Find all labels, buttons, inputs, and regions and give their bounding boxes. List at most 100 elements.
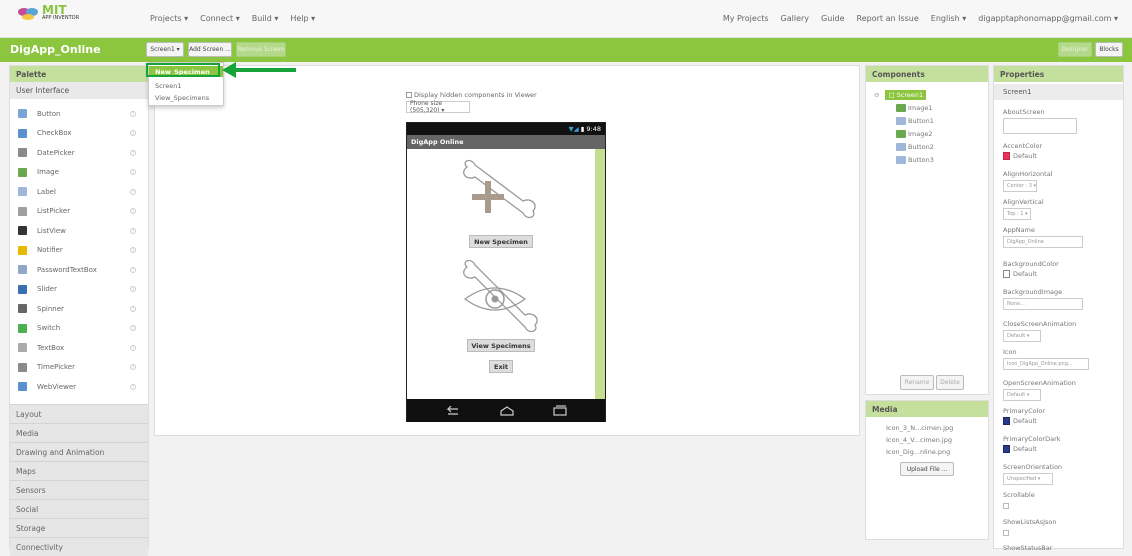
view-specimens-image[interactable] [455, 257, 545, 337]
palette-category-drawing-and-animation[interactable]: Drawing and Animation [10, 442, 148, 461]
palette-item-webviewer[interactable]: WebViewer? [10, 377, 148, 396]
help-icon[interactable]: ? [130, 325, 136, 331]
help-menu[interactable]: Help ▾ [290, 14, 315, 23]
primary-color-swatch [1003, 417, 1010, 425]
help-icon[interactable]: ? [130, 286, 136, 292]
help-icon[interactable]: ? [130, 344, 136, 351]
collapse-icon[interactable]: ⊖ [874, 91, 879, 99]
background-color-picker[interactable]: Default [1003, 270, 1037, 278]
home-icon[interactable] [500, 406, 514, 416]
primary-color-picker[interactable]: Default [1003, 417, 1037, 425]
remove-screen-button[interactable]: Remove Screen [236, 42, 286, 57]
palette-item-passwordtextbox[interactable]: PasswordTextBox? [10, 260, 148, 279]
account-menu[interactable]: digapptaphonomapp@gmail.com ▾ [978, 14, 1118, 23]
palette-panel: Palette User Interface Button? CheckBox? D… [9, 65, 149, 556]
palette-item-slider[interactable]: Slider? [10, 280, 148, 299]
about-screen-input[interactable] [1003, 118, 1077, 134]
scrollable-checkbox[interactable] [1003, 503, 1009, 509]
tree-item-image2[interactable]: Image2 [896, 130, 933, 138]
palette-item-switch[interactable]: Switch? [10, 319, 148, 338]
upload-file-button[interactable]: Upload File ... [900, 462, 954, 476]
show-lists-checkbox[interactable] [1003, 530, 1009, 536]
open-animation-select[interactable]: Default ▾ [1003, 389, 1041, 401]
palette-item-label[interactable]: Label? [10, 182, 148, 201]
gallery-link[interactable]: Gallery [781, 14, 810, 23]
icon-input[interactable]: Icon_DigApp_Online.png... [1003, 358, 1089, 370]
report-issue-link[interactable]: Report an Issue [857, 14, 919, 23]
palette-category-storage[interactable]: Storage [10, 518, 148, 537]
palette-item-listpicker[interactable]: ListPicker? [10, 202, 148, 221]
orientation-select[interactable]: Unspecified ▾ [1003, 473, 1053, 485]
menu-item-view-specimens[interactable]: View_Specimens [149, 92, 223, 103]
help-icon[interactable]: ? [130, 247, 136, 253]
new-specimen-image[interactable] [455, 159, 543, 219]
primary-dark-picker[interactable]: Default [1003, 445, 1037, 453]
help-icon[interactable]: ? [130, 208, 136, 214]
designer-button[interactable]: Designer [1058, 42, 1092, 57]
palette-category-media[interactable]: Media [10, 423, 148, 442]
tree-item-button1[interactable]: Button1 [896, 117, 934, 125]
media-file-2[interactable]: Icon_4_V...cimen.jpg [886, 436, 952, 444]
my-projects-link[interactable]: My Projects [723, 14, 769, 23]
palette-category-layout[interactable]: Layout [10, 404, 148, 423]
media-file-3[interactable]: Icon_Dig...nline.png [886, 448, 950, 456]
menu-item-screen1[interactable]: Screen1 [149, 80, 223, 91]
build-menu[interactable]: Build ▾ [252, 14, 279, 23]
accent-color-picker[interactable]: Default [1003, 152, 1037, 160]
app-inventor-logo[interactable]: MIT APP INVENTOR [16, 4, 79, 22]
help-icon[interactable]: ? [130, 169, 136, 175]
help-icon[interactable]: ? [130, 149, 136, 156]
align-vertical-select[interactable]: Top : 1 ▾ [1003, 208, 1031, 220]
tree-root-screen1[interactable]: ⊖ □ Screen1 [874, 90, 927, 100]
help-icon[interactable]: ? [130, 227, 136, 234]
help-icon[interactable]: ? [130, 266, 136, 273]
phone-scrollbar[interactable] [595, 149, 605, 399]
exit-button[interactable]: Exit [489, 360, 513, 373]
palette-item-image[interactable]: Image? [10, 163, 148, 182]
delete-button[interactable]: Delete [936, 375, 964, 390]
app-name-input[interactable]: DigApp_Online [1003, 236, 1083, 248]
screen-select[interactable]: Screen1 ▾ [146, 42, 184, 57]
palette-category-social[interactable]: Social [10, 499, 148, 518]
display-hidden-checkbox[interactable]: Display hidden components in Viewer [406, 91, 537, 99]
rename-button[interactable]: Rename [900, 375, 934, 390]
phone-preview: ▼◢ ▮ 9:48 DigApp Online New Specimen Vie… [406, 122, 606, 422]
add-screen-button[interactable]: Add Screen ... [188, 42, 232, 57]
palette-item-button[interactable]: Button? [10, 104, 148, 123]
help-icon[interactable]: ? [130, 188, 136, 195]
palette-category-connectivity[interactable]: Connectivity [10, 537, 148, 556]
help-icon[interactable]: ? [130, 110, 136, 117]
palette-category-maps[interactable]: Maps [10, 461, 148, 480]
help-icon[interactable]: ? [130, 305, 136, 312]
user-interface-category[interactable]: User Interface [10, 82, 148, 99]
palette-item-notifier[interactable]: Notifier? [10, 241, 148, 260]
align-horizontal-select[interactable]: Center : 3 ▾ [1003, 180, 1037, 192]
language-menu[interactable]: English ▾ [931, 14, 966, 23]
back-icon[interactable] [445, 406, 459, 416]
palette-item-checkbox[interactable]: CheckBox? [10, 124, 148, 143]
tree-item-button3[interactable]: Button3 [896, 156, 934, 164]
palette-item-datepicker[interactable]: DatePicker? [10, 143, 148, 162]
new-specimen-button[interactable]: New Specimen [469, 235, 533, 248]
tree-item-button2[interactable]: Button2 [896, 143, 934, 151]
phone-size-select[interactable]: Phone size (505,320) ▾ [406, 100, 470, 114]
tree-item-image1[interactable]: Image1 [896, 104, 933, 112]
background-image-input[interactable]: None... [1003, 298, 1083, 310]
connect-menu[interactable]: Connect ▾ [200, 14, 240, 23]
palette-item-textbox[interactable]: TextBox? [10, 338, 148, 357]
blocks-button[interactable]: Blocks [1095, 42, 1123, 57]
projects-menu[interactable]: Projects ▾ [150, 14, 188, 23]
media-file-1[interactable]: Icon_3_N...cimen.jpg [886, 424, 953, 432]
guide-link[interactable]: Guide [821, 14, 845, 23]
palette-item-listview[interactable]: ListView? [10, 221, 148, 240]
palette-item-timepicker[interactable]: TimePicker? [10, 358, 148, 377]
help-icon[interactable]: ? [130, 130, 136, 136]
recents-icon[interactable] [553, 405, 567, 417]
palette-category-sensors[interactable]: Sensors [10, 480, 148, 499]
palette-item-spinner[interactable]: Spinner? [10, 299, 148, 318]
checkbox-box[interactable] [406, 92, 412, 98]
view-specimens-button[interactable]: View Specimens [467, 339, 535, 352]
help-icon[interactable]: ? [130, 383, 136, 390]
close-animation-select[interactable]: Default ▾ [1003, 330, 1041, 342]
help-icon[interactable]: ? [130, 364, 136, 370]
